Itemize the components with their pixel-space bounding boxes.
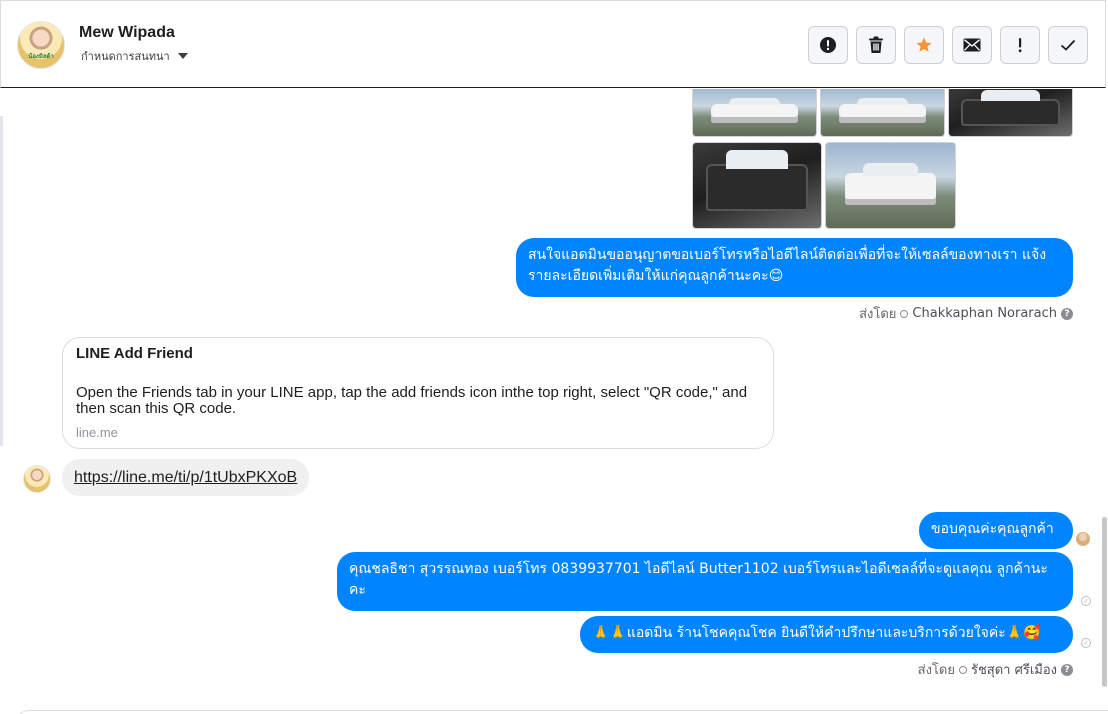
chevron-down-icon [177,53,188,59]
sent-by-prefix: ส่งโดย [917,663,955,678]
thread-left-edge [0,116,3,446]
mark-unread-button[interactable] [952,26,992,64]
message-link[interactable]: https://line.me/ti/p/1tUbxPKXoB [74,469,297,487]
link-card-title: LINE Add Friend [76,345,193,362]
car-photo-2[interactable] [820,89,945,137]
delivered-check-icon: ✓ [1081,638,1091,648]
sent-by-label: ส่งโดย รัชสุดา ศรีเมือง ? [918,659,1073,680]
sent-by-agent: Chakkaphan Norarach [912,306,1057,321]
contact-name[interactable]: Mew Wipada [79,24,175,42]
check-icon [1060,39,1076,51]
star-button[interactable] [904,26,944,64]
delete-button[interactable] [856,26,896,64]
help-icon[interactable]: ? [1061,663,1073,676]
message-thread[interactable]: สนใจแอดมินขออนุญาตขอเบอร์โทรหรือไอดีไลน์… [0,89,1108,714]
help-icon[interactable]: ? [1061,307,1073,320]
sent-by-prefix: ส่งโดย [859,307,897,322]
envelope-icon [963,38,981,52]
header-actions [808,26,1088,64]
avatar-caption: น้องมิลด้า [28,54,54,61]
exclamation-icon [1018,38,1022,53]
message-text: สนใจแอดมินขออนุญาตขอเบอร์โทรหรือไอดีไลน์… [528,247,1047,284]
link-card-description: Open the Friends tab in your LINE app, t… [76,384,748,417]
assign-label: กำหนดการสนทนา [81,50,170,63]
sent-by-label: ส่งโดย Chakkaphan Norarach ? [859,303,1073,324]
star-icon [916,37,932,52]
follow-up-button[interactable] [1000,26,1040,64]
seen-avatar [1076,532,1090,546]
delivered-check-icon: ✓ [1081,596,1091,606]
link-card-domain: line.me [76,425,118,440]
outgoing-message[interactable]: สนใจแอดมินขออนุญาตขอเบอร์โทรหรือไอดีไลน์… [516,238,1073,297]
car-photo-1[interactable] [692,89,817,137]
contact-avatar[interactable]: น้องมิลด้า [17,21,65,69]
status-dot-icon [958,665,967,674]
message-text: ขอบคุณค่ะคุณลูกค้า [931,521,1054,537]
assign-conversation-dropdown[interactable]: กำหนดการสนทนา [81,47,188,65]
incoming-link-message[interactable]: https://line.me/ti/p/1tUbxPKXoB [62,459,310,496]
alert-circle-icon [820,37,836,53]
conversation-header: น้องมิลด้า Mew Wipada กำหนดการสนทนา [0,0,1106,88]
mark-spam-button[interactable] [808,26,848,64]
message-composer[interactable] [18,710,1108,714]
trash-icon [869,36,883,53]
sender-avatar[interactable] [23,465,51,493]
scrollbar-thumb[interactable] [1102,517,1107,687]
link-preview-card[interactable]: LINE Add Friend Open the Friends tab in … [62,337,774,449]
outgoing-message[interactable]: ขอบคุณค่ะคุณลูกค้า [919,512,1073,549]
message-text: คุณชลธิชา สุวรรณทอง เบอร์โทร 0839937701 … [349,561,1048,598]
car-interior-photo-2[interactable] [692,142,822,229]
outgoing-message[interactable]: 🙏🙏แอดมิน ร้านโชคคุณโชค ยินดีให้คำปรึกษาแ… [580,616,1073,653]
mark-done-button[interactable] [1048,26,1088,64]
car-interior-photo-1[interactable] [948,89,1073,137]
status-dot-icon [900,309,909,318]
message-text: 🙏🙏แอดมิน ร้านโชคคุณโชค ยินดีให้คำปรึกษาแ… [592,625,1041,641]
car-photo-3[interactable] [825,142,956,229]
sent-by-agent: รัชสุดา ศรีเมือง [970,663,1057,678]
outgoing-message[interactable]: คุณชลธิชา สุวรรณทอง เบอร์โทร 0839937701 … [337,552,1073,611]
